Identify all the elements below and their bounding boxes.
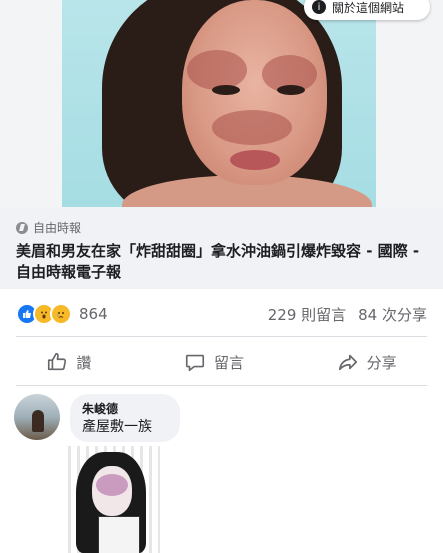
- photo-injury: [212, 110, 292, 145]
- thumbs-up-icon: [48, 352, 67, 371]
- comment-count[interactable]: 229 則留言: [268, 304, 346, 325]
- comment-image-body: [98, 516, 140, 553]
- like-button-label: 讚: [76, 353, 92, 372]
- share-arrow-icon: [338, 354, 357, 371]
- post-actions: 讚 留言 分享: [0, 342, 443, 382]
- reaction-stats-row: 864 229 則留言 84 次分享: [0, 298, 443, 330]
- comment-bubble: 朱峻德 產屋敷一族: [70, 394, 180, 442]
- comment-text: 產屋敷一族: [82, 419, 152, 435]
- divider: [16, 336, 427, 337]
- reaction-count: 864: [79, 305, 108, 323]
- sad-icon: [50, 303, 72, 325]
- link-source: 自由時報: [16, 219, 81, 236]
- info-icon: i: [312, 0, 326, 14]
- share-count[interactable]: 84 次分享: [358, 304, 427, 325]
- comment-image-scar: [96, 474, 128, 496]
- commenter-avatar[interactable]: [14, 394, 60, 440]
- share-button[interactable]: 分享: [337, 351, 397, 373]
- link-source-name: 自由時報: [33, 221, 82, 235]
- share-button-label: 分享: [366, 353, 397, 372]
- avatar-figure: [32, 410, 44, 432]
- photo-eye: [277, 85, 305, 95]
- photo-injury: [187, 50, 247, 90]
- shared-photo[interactable]: [62, 0, 376, 207]
- comment-author[interactable]: 朱峻德: [82, 402, 168, 417]
- comment-icon: [185, 354, 205, 372]
- comment-button-label: 留言: [213, 353, 244, 372]
- shared-photo-area: i 關於這個網站: [0, 0, 443, 207]
- source-icon: [16, 221, 28, 234]
- photo-lips: [230, 150, 280, 170]
- divider: [16, 385, 427, 386]
- link-preview[interactable]: 自由時報 美眉和男友在家「炸甜甜圈」拿水沖油鍋引爆炸毀容 - 國際 - 自由時報…: [0, 207, 443, 289]
- about-this-site-label: 關於這個網站: [332, 0, 405, 15]
- like-button[interactable]: 讚: [46, 351, 91, 373]
- comment-image[interactable]: [68, 446, 160, 553]
- link-headline[interactable]: 美眉和男友在家「炸甜甜圈」拿水沖油鍋引爆炸毀容 - 國際 - 自由時報電子報: [16, 241, 431, 283]
- reactions-summary[interactable]: 864: [16, 303, 108, 325]
- photo-eye: [212, 85, 240, 95]
- comment-button[interactable]: 留言: [184, 351, 244, 373]
- about-this-site-button[interactable]: i 關於這個網站: [304, 0, 430, 20]
